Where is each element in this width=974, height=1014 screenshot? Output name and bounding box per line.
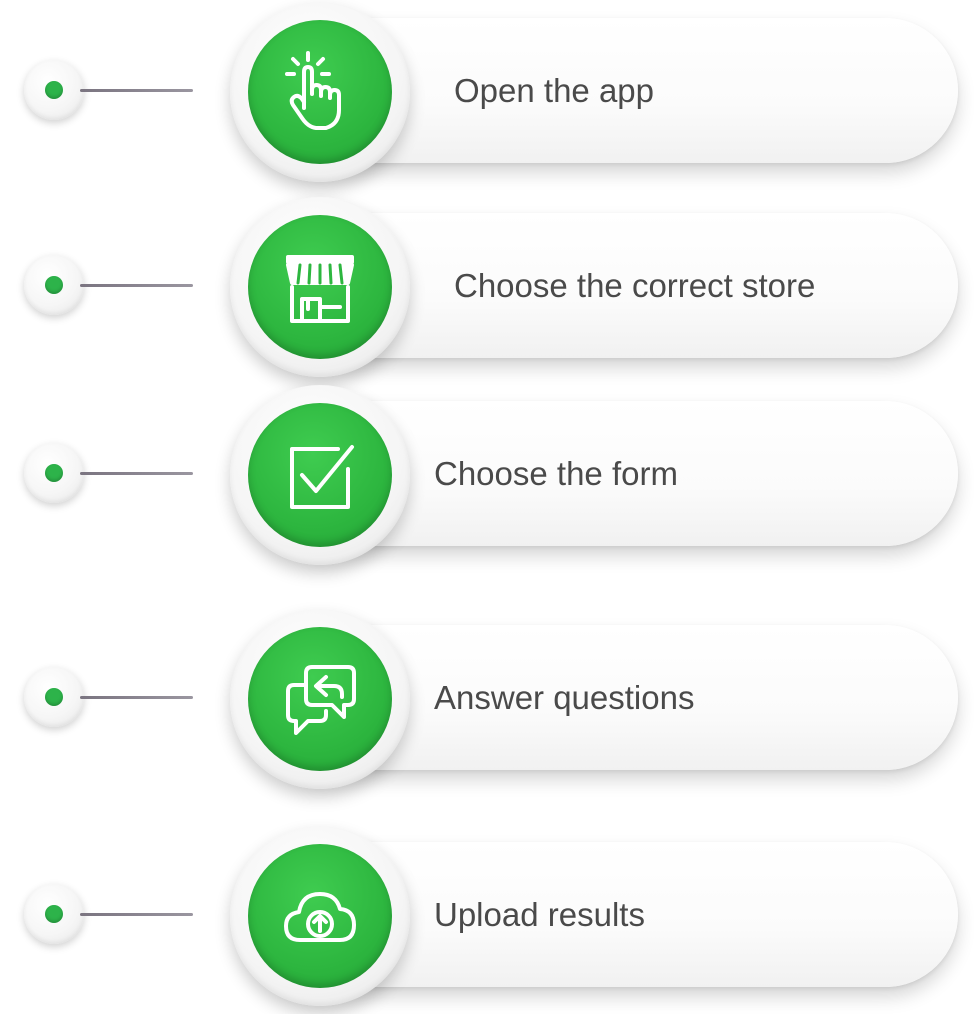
connector-line [80,89,193,92]
step-answer-questions: Answer questions [0,607,974,797]
connector-dot [24,255,84,315]
step-upload-results: Upload results [0,824,974,1014]
connector-dot [24,443,84,503]
step-label: Choose the correct store [454,267,816,304]
step-choose-form: Choose the form [0,383,974,573]
connector-line [80,472,193,475]
step-open-app: Open the app [0,0,974,190]
storefront-icon [286,255,354,323]
step-medallion [230,385,410,565]
connector-line [80,913,193,916]
step-label: Open the app [454,72,654,109]
connector-line [80,284,193,287]
step-medallion [230,197,410,377]
step-label: Choose the form [434,455,678,492]
step-medallion [230,2,410,182]
connector-dot [24,667,84,727]
step-medallion [230,609,410,789]
connector-dot [24,884,84,944]
chat-reply-icon [286,665,356,735]
tap-hand-icon [285,51,341,130]
checkbox-icon [290,445,354,509]
connector-dot [24,60,84,120]
step-label: Answer questions [434,679,695,716]
cloud-upload-icon [284,892,356,942]
connector-line [80,696,193,699]
step-label: Upload results [434,896,645,933]
step-medallion [230,826,410,1006]
step-choose-store: Choose the correct store [0,195,974,385]
